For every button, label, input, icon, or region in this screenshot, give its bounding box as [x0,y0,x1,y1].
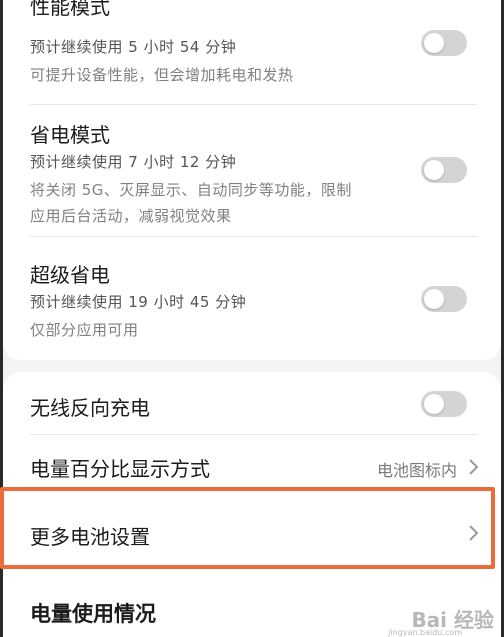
power-saving-mode-toggle[interactable] [421,157,467,183]
toggle-knob [424,289,444,309]
super-power-saving-description: 仅部分应用可用 [30,321,139,339]
performance-mode-description: 可提升设备性能，但会增加耗电和发热 [30,66,294,84]
watermark-url: jingyan.baidu.com [388,628,462,637]
toggle-knob [424,33,444,53]
performance-mode-estimate: 预计继续使用 5 小时 54 分钟 [30,38,237,56]
performance-mode-toggle[interactable] [421,30,467,56]
power-saving-mode-estimate: 预计继续使用 7 小时 12 分钟 [30,153,237,171]
power-saving-mode-description-line2: 应用后台活动，减弱视觉效果 [30,207,232,225]
wireless-reverse-charging-row[interactable]: 无线反向充电 [3,372,501,434]
performance-mode-title: 性能模式 [30,0,110,19]
battery-percentage-display-label: 电量百分比显示方式 [30,457,210,481]
power-saving-mode-description-line1: 将关闭 5G、灭屏显示、自动同步等功能，限制 [30,181,352,199]
power-saving-mode-title: 省电模式 [30,123,110,147]
power-saving-mode-row[interactable]: 省电模式 预计继续使用 7 小时 12 分钟 将关闭 5G、灭屏显示、自动同步等… [3,105,501,235]
super-power-saving-toggle[interactable] [421,286,467,312]
battery-percentage-display-row[interactable]: 电量百分比显示方式 电池图标内 [3,435,501,488]
wireless-reverse-charging-label: 无线反向充电 [30,396,150,420]
super-power-saving-row[interactable]: 超级省电 预计继续使用 19 小时 45 分钟 仅部分应用可用 [3,237,501,360]
power-mode-card: 性能模式 预计继续使用 5 小时 54 分钟 可提升设备性能，但会增加耗电和发热… [3,0,501,360]
super-power-saving-title: 超级省电 [30,263,110,287]
highlight-box [0,487,495,569]
wireless-reverse-charging-toggle[interactable] [421,391,467,417]
performance-mode-row[interactable]: 性能模式 预计继续使用 5 小时 54 分钟 可提升设备性能，但会增加耗电和发热 [3,0,501,104]
super-power-saving-estimate: 预计继续使用 19 小时 45 分钟 [30,293,247,311]
chevron-right-icon [469,459,479,475]
battery-usage-section-title: 电量使用情况 [30,602,156,626]
toggle-knob [424,394,444,414]
toggle-knob [424,160,444,180]
battery-percentage-display-value: 电池图标内 [376,461,457,480]
